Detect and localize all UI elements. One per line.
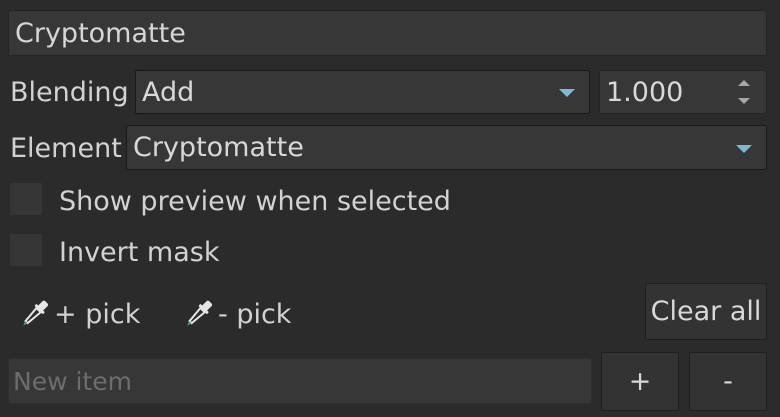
invert-mask-checkbox[interactable]: [9, 233, 43, 267]
element-selected: Cryptomatte: [133, 132, 304, 163]
show-preview-checkbox[interactable]: [9, 182, 43, 216]
remove-item-button[interactable]: -: [689, 352, 767, 411]
spin-down-icon[interactable]: [738, 98, 750, 104]
element-dropdown[interactable]: Cryptomatte: [126, 125, 767, 170]
add-pick-label: + pick: [54, 298, 141, 330]
remove-pick-label: - pick: [218, 298, 292, 330]
invert-mask-label: Invert mask: [59, 236, 220, 268]
remove-pick-button[interactable]: - pick: [180, 290, 291, 338]
add-pick-button[interactable]: + pick: [16, 290, 140, 338]
clear-all-button[interactable]: Clear all: [645, 283, 767, 340]
add-item-button[interactable]: +: [601, 352, 679, 411]
chevron-down-icon: [736, 144, 752, 153]
name-field[interactable]: Cryptomatte: [8, 10, 767, 56]
eyedropper-icon: [180, 295, 216, 333]
element-label: Element: [10, 132, 122, 164]
chevron-down-icon: [559, 89, 575, 97]
blending-label: Blending: [10, 76, 129, 108]
blending-selected: Add: [142, 76, 195, 108]
blending-amount-spinbox[interactable]: 1.000: [599, 70, 767, 114]
name-field-value: Cryptomatte: [15, 17, 186, 49]
blending-dropdown[interactable]: Add: [135, 70, 590, 114]
eyedropper-icon: [16, 295, 52, 333]
spin-up-icon[interactable]: [738, 80, 750, 86]
new-item-field[interactable]: [8, 358, 592, 404]
new-item-input[interactable]: [13, 366, 591, 396]
show-preview-label: Show preview when selected: [59, 185, 451, 217]
blending-amount-value: 1.000: [606, 76, 684, 108]
